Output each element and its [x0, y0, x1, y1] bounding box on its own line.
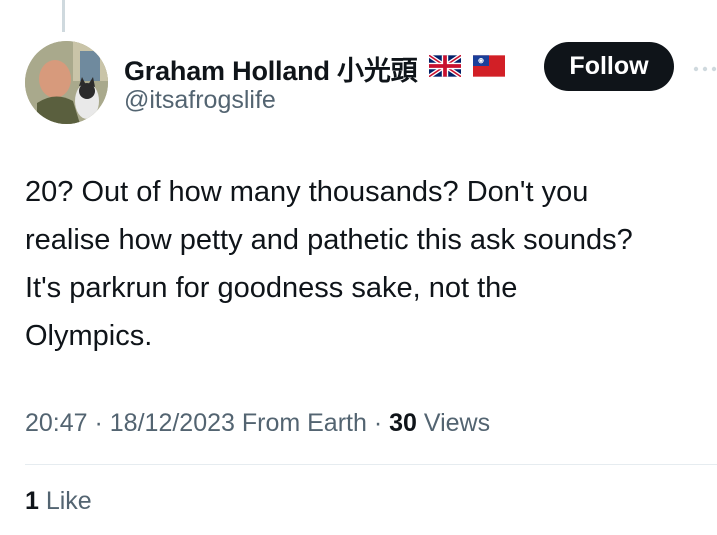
follow-button[interactable]: Follow [544, 42, 674, 91]
tweet-meta: 20:47 · 18/12/2023 From Earth · 30 Views [25, 409, 490, 438]
tweet-text-line: realise how petty and pathetic this ask … [25, 224, 633, 256]
author-handle[interactable]: @itsafrogslife [124, 86, 276, 115]
views-count[interactable]: 30 [389, 409, 417, 437]
divider [25, 464, 717, 465]
tweet-time[interactable]: 20:47 [25, 409, 88, 437]
tweet-source: From Earth [234, 409, 367, 437]
meta-separator: · [366, 409, 390, 437]
tweet-date[interactable]: 18/12/2023 [110, 409, 235, 437]
tweet-text-line: 20? Out of how many thousands? Don't you [25, 176, 589, 208]
avatar-image [25, 41, 108, 124]
tweet-text: 20? Out of how many thousands? Don't you… [25, 168, 715, 360]
likes-summary[interactable]: 1 Like [25, 487, 92, 516]
views-label[interactable]: Views [417, 409, 490, 437]
taiwan-flag-icon [473, 55, 506, 82]
likes-label[interactable]: Like [39, 487, 92, 515]
tweet-text-line: Olympics. [25, 320, 153, 352]
thread-connector-line [62, 0, 65, 32]
tweet-text-line: It's parkrun for goodness sake, not the [25, 272, 518, 304]
likes-count[interactable]: 1 [25, 487, 39, 515]
more-icon[interactable] [693, 60, 717, 78]
meta-separator: · [87, 409, 110, 437]
author-display-name[interactable]: Graham Holland 小光頭 [124, 49, 418, 88]
uk-flag-icon [428, 53, 463, 82]
avatar[interactable] [25, 41, 108, 124]
author-name-row: Graham Holland 小光頭 [124, 49, 506, 88]
